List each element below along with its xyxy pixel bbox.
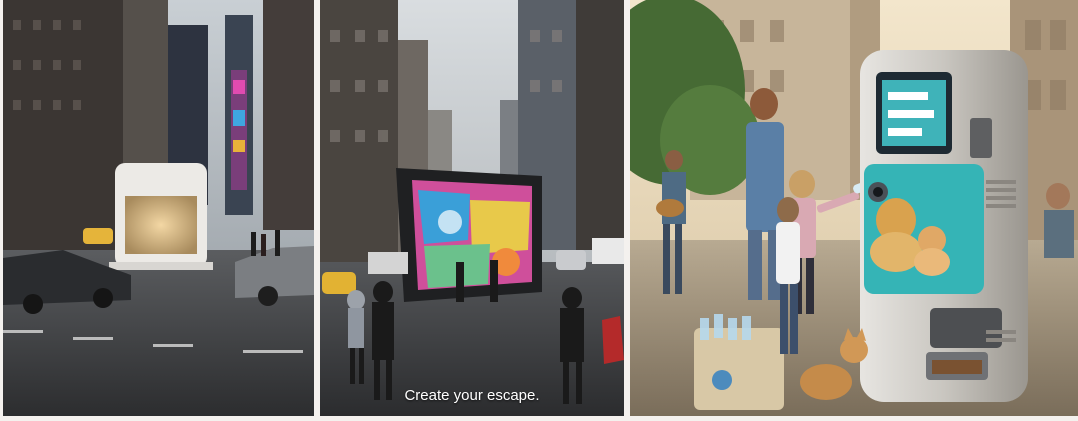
recycling-kiosk-scene <box>630 0 1078 416</box>
image-panel-recycling-kiosk <box>630 0 1078 416</box>
giant-tablet-scene <box>320 0 624 416</box>
image-panel-giant-tablet: Create your escape. <box>320 0 624 416</box>
caption-text: Create your escape. <box>404 387 540 404</box>
street-pod-scene <box>3 0 314 416</box>
image-panel-street-pod <box>3 0 314 416</box>
